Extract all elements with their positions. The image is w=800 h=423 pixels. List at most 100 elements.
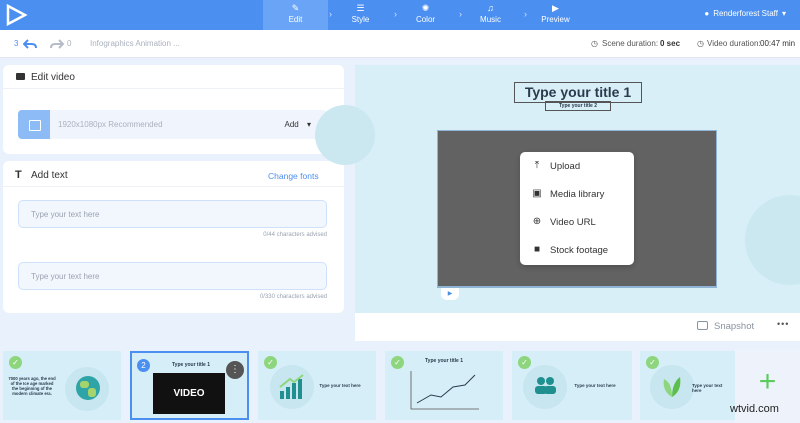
growth-chart-icon bbox=[279, 374, 304, 399]
globe-icon: ⊕ bbox=[532, 216, 542, 227]
camera-icon: ■ bbox=[533, 244, 541, 255]
text-icon: T bbox=[15, 169, 22, 181]
menu-item-media-library[interactable]: ▣ Media library bbox=[520, 180, 634, 208]
scene-text: Type your text here bbox=[574, 383, 616, 388]
media-source-menu: ⤒ Upload ▣ Media library ⊕ Video URL ■ S… bbox=[520, 152, 634, 265]
check-icon: ✓ bbox=[9, 356, 22, 369]
scene-strip: ✓ 7000 years ago, the end of the Ice age… bbox=[0, 349, 800, 423]
clock-icon: ◷ bbox=[591, 39, 598, 48]
divider bbox=[3, 186, 344, 187]
tab-style[interactable]: ☰ Style › bbox=[328, 0, 397, 30]
character-hint: 0/44 characters advised bbox=[263, 232, 327, 238]
tab-label: Style bbox=[351, 15, 370, 24]
text-field-placeholder: Type your text here bbox=[31, 272, 100, 281]
pencil-icon: ✎ bbox=[291, 3, 300, 13]
menu-item-stock-footage[interactable]: ■ Stock footage bbox=[520, 236, 634, 264]
scene-thumbnail[interactable]: ✓ Type your text here bbox=[640, 351, 735, 420]
plus-icon: + bbox=[758, 365, 777, 398]
tab-label: Color bbox=[415, 15, 436, 24]
tab-label: Preview bbox=[541, 15, 570, 24]
editor-toolbar: 3 0 Infographics Animation ... ◷ Scene d… bbox=[0, 30, 800, 58]
top-nav-bar: ✎ Edit › ☰ Style › ✺ Color › ♫ Music › ▶… bbox=[0, 0, 800, 30]
tab-music[interactable]: ♫ Music › bbox=[458, 0, 527, 30]
user-menu[interactable]: ● Renderforest Staff ▾ bbox=[704, 9, 786, 18]
menu-item-video-url[interactable]: ⊕ Video URL bbox=[520, 208, 634, 236]
media-library-icon: ▣ bbox=[532, 188, 542, 199]
scene-title: Type your title 1 bbox=[172, 362, 210, 368]
tab-preview[interactable]: ▶ Preview bbox=[523, 0, 588, 30]
renderforest-logo-icon[interactable] bbox=[4, 3, 30, 27]
scene-thumbnail-selected[interactable]: 2 Type your title 1 VIDEO ⋮ bbox=[130, 351, 249, 420]
video-thumbnail: VIDEO bbox=[153, 373, 225, 414]
redo-icon[interactable] bbox=[50, 38, 64, 50]
layers-icon: ☰ bbox=[356, 3, 365, 13]
menu-item-label: Upload bbox=[550, 161, 581, 172]
snapshot-button[interactable]: Snapshot bbox=[714, 321, 754, 332]
user-name: Renderforest Staff bbox=[713, 9, 778, 18]
music-icon: ♫ bbox=[487, 3, 494, 13]
people-icon bbox=[535, 377, 556, 394]
watermark: wtvid.com bbox=[730, 403, 779, 415]
tab-label: Edit bbox=[288, 15, 303, 24]
user-icon: ● bbox=[704, 9, 710, 18]
clock-icon: ◷ bbox=[697, 39, 704, 48]
text-field-2[interactable]: Type your text here bbox=[18, 262, 327, 290]
globe-icon bbox=[76, 376, 100, 400]
scene-text: Type your text here bbox=[692, 383, 723, 393]
tab-color[interactable]: ✺ Color › bbox=[393, 0, 462, 30]
text-field-1[interactable]: Type your text here bbox=[18, 200, 327, 228]
leaf-icon bbox=[663, 377, 681, 397]
change-fonts-link[interactable]: Change fonts bbox=[268, 171, 319, 181]
menu-item-label: Stock footage bbox=[550, 245, 609, 256]
video-icon bbox=[16, 73, 25, 80]
divider bbox=[3, 88, 344, 89]
redo-count: 0 bbox=[67, 39, 72, 48]
scene-thumbnail[interactable]: ✓ 7000 years ago, the end of the Ice age… bbox=[3, 351, 121, 420]
scene-thumbnail[interactable]: ✓ Type your text here bbox=[512, 351, 632, 420]
video-duration-value: 00:47 min bbox=[760, 39, 796, 48]
play-icon: ▶ bbox=[552, 3, 559, 13]
add-media-button[interactable]: Add ▾ bbox=[285, 120, 311, 129]
undo-count: 3 bbox=[14, 39, 19, 48]
line-graph-icon bbox=[410, 371, 479, 410]
video-duration-label: Video duration: bbox=[707, 39, 761, 48]
tab-label: Music bbox=[480, 15, 501, 24]
video-label: VIDEO bbox=[173, 388, 205, 399]
menu-item-label: Media library bbox=[550, 189, 605, 200]
decor-circle bbox=[745, 195, 800, 285]
timeline-line bbox=[437, 287, 717, 288]
undo-icon[interactable] bbox=[23, 38, 37, 50]
step-tabs: ✎ Edit › ☰ Style › ✺ Color › ♫ Music › ▶… bbox=[263, 0, 588, 30]
preview-title-1[interactable]: Type your title 1 bbox=[514, 82, 642, 103]
play-icon[interactable]: ▶ bbox=[441, 288, 459, 300]
caret-down-icon: ▾ bbox=[306, 120, 311, 129]
scene-title: Type your title 1 bbox=[425, 358, 463, 364]
add-text-title: Add text bbox=[31, 170, 68, 181]
menu-item-upload[interactable]: ⤒ Upload bbox=[520, 152, 634, 180]
image-placeholder-icon bbox=[18, 110, 50, 139]
check-icon: ✓ bbox=[518, 356, 531, 369]
caret-down-icon: ▾ bbox=[781, 9, 786, 18]
check-icon: ✓ bbox=[264, 356, 277, 369]
preview-footer: Snapshot ••• bbox=[355, 313, 800, 341]
text-field-placeholder: Type your text here bbox=[31, 210, 100, 219]
preview-title-2[interactable]: Type your title 2 bbox=[545, 101, 611, 111]
check-icon: ✓ bbox=[646, 356, 659, 369]
scene-duration-label: Scene duration: bbox=[602, 39, 659, 48]
edit-video-title: Edit video bbox=[31, 72, 75, 83]
palette-icon: ✺ bbox=[421, 3, 430, 13]
tab-edit[interactable]: ✎ Edit › bbox=[263, 0, 332, 30]
video-upload-field[interactable]: 1920x1080px Recommended Add ▾ bbox=[18, 110, 327, 139]
more-options-icon[interactable]: ••• bbox=[777, 319, 789, 329]
scene-options-icon[interactable]: ⋮ bbox=[226, 361, 244, 379]
menu-item-label: Video URL bbox=[550, 217, 596, 228]
character-hint: 0/330 characters advised bbox=[259, 294, 327, 300]
upload-icon: ⤒ bbox=[534, 160, 540, 171]
project-name[interactable]: Infographics Animation ... bbox=[90, 39, 180, 49]
recommended-size-text: 1920x1080px Recommended bbox=[58, 120, 163, 129]
camera-icon bbox=[697, 321, 708, 330]
decor-circle bbox=[315, 105, 375, 165]
scene-text: 7000 years ago, the end of the Ice age m… bbox=[8, 376, 56, 396]
scene-thumbnail[interactable]: ✓ Type your title 1 bbox=[385, 351, 503, 420]
scene-thumbnail[interactable]: ✓ Type your text here bbox=[258, 351, 376, 420]
